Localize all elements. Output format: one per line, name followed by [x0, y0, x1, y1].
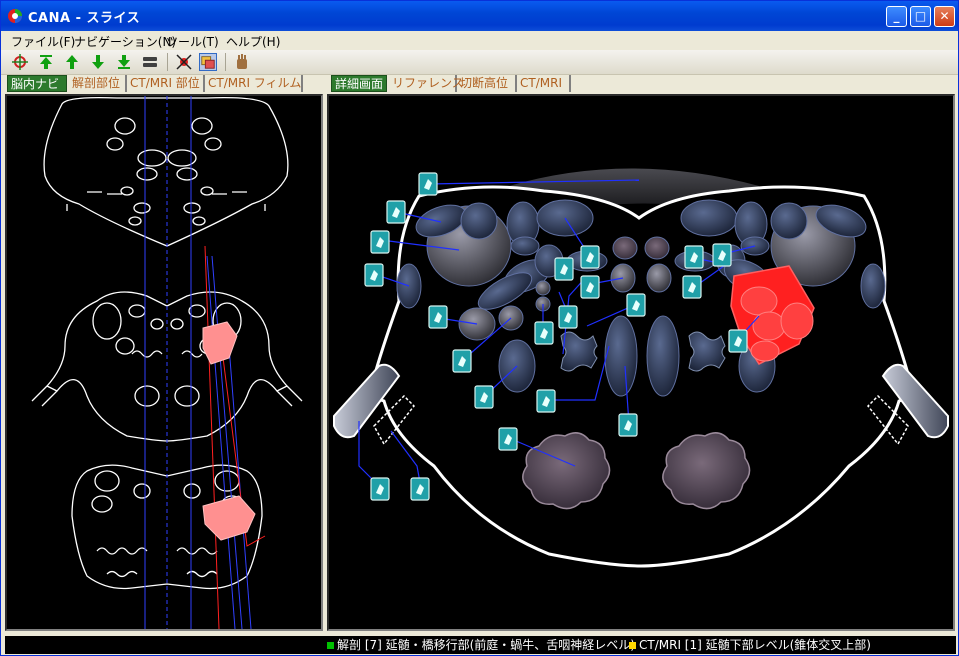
minimize-button[interactable]: _ — [886, 6, 907, 27]
maximize-button[interactable]: □ — [910, 6, 931, 27]
tab-reference[interactable]: リファレンス — [389, 75, 464, 92]
slice-icon[interactable] — [141, 53, 159, 71]
tab-anatomy-part[interactable]: 解剖部位 — [69, 75, 127, 92]
status-ctmri-indicator — [629, 642, 636, 649]
toolbar — [1, 50, 958, 75]
arrow-bottom-icon[interactable] — [115, 53, 133, 71]
menu-tools[interactable]: ツール(T) — [166, 33, 219, 50]
menu-file[interactable]: ファイル(F) — [11, 33, 75, 50]
toolbar-separator — [225, 53, 226, 71]
window-title: CANA - スライス — [28, 11, 141, 26]
close-button[interactable]: ✕ — [934, 6, 955, 27]
navigator-highlight-lower — [202, 495, 256, 541]
navigator-highlight-middle — [202, 321, 238, 365]
brainstem-slice-drawing[interactable] — [329, 96, 953, 629]
status-anatomy-text: 解剖 [7] 延髄・橋移行部(前庭・蝸牛、舌咽神経レベル) — [337, 638, 635, 652]
arrow-top-icon[interactable] — [37, 53, 55, 71]
cana-app-icon — [8, 9, 22, 23]
brainstem-navigator-drawing[interactable] — [7, 96, 321, 629]
tab-ctmri-part[interactable]: CT/MRI 部位 — [127, 75, 205, 92]
overlay-icon[interactable] — [199, 53, 217, 71]
tab-brain-navi[interactable]: 脳内ナビ — [7, 75, 67, 92]
menu-navigation[interactable]: ナビゲーション(N) — [74, 33, 176, 50]
navigator-slice-upper — [43, 96, 289, 247]
status-anatomy-indicator — [327, 642, 334, 649]
hand-icon[interactable] — [233, 53, 251, 71]
detail-view-panel[interactable] — [327, 94, 955, 631]
crosshair-red-icon[interactable] — [175, 53, 193, 71]
status-ctmri-text: CT/MRI [1] 延髄下部レベル(錐体交叉上部) — [639, 638, 871, 652]
tab-ctmri[interactable]: CT/MRI — [517, 75, 571, 92]
tab-detail-view[interactable]: 詳細画面 — [331, 75, 387, 92]
menu-bar: ファイル(F) ナビゲーション(N) ツール(T) ヘルプ(H) — [1, 31, 958, 50]
arrow-up-icon[interactable] — [63, 53, 81, 71]
title-bar[interactable]: CANA - スライス _ □ ✕ — [1, 1, 958, 31]
status-anatomy: 解剖 [7] 延髄・橋移行部(前庭・蝸牛、舌咽神経レベル) — [327, 637, 635, 653]
menu-help[interactable]: ヘルプ(H) — [226, 33, 280, 50]
toolbar-separator — [167, 53, 168, 71]
tab-ctmri-film[interactable]: CT/MRI フィルム — [205, 75, 303, 92]
target-icon[interactable] — [11, 53, 29, 71]
brain-navigator-panel[interactable] — [5, 94, 323, 631]
status-bar: 解剖 [7] 延髄・橋移行部(前庭・蝸牛、舌咽神経レベル) CT/MRI [1]… — [5, 636, 956, 654]
tab-section-level[interactable]: 切断高位 — [457, 75, 517, 92]
app-window: CANA - スライス _ □ ✕ ファイル(F) ナビゲーション(N) ツール… — [0, 0, 959, 656]
status-ctmri: CT/MRI [1] 延髄下部レベル(錐体交叉上部) — [629, 637, 949, 653]
arrow-down-icon[interactable] — [89, 53, 107, 71]
